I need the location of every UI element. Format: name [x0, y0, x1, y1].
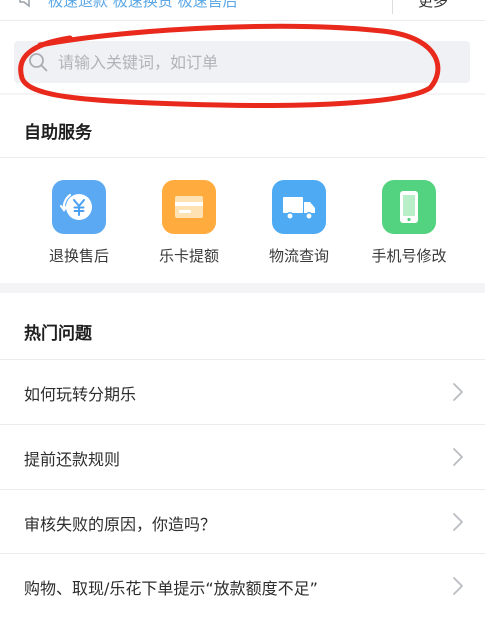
card-icon — [162, 180, 216, 234]
chevron-right-icon — [453, 448, 463, 466]
service-item-refund[interactable]: 退换售后 — [24, 180, 134, 270]
chevron-right-icon — [453, 577, 463, 595]
notice-text: 极速退款 极速换货 极速售后 — [48, 0, 238, 10]
service-label: 手机号修改 — [371, 247, 447, 265]
service-label: 退换售后 — [48, 247, 109, 265]
help-center-page: 极速退款 极速换货 极速售后 更多 自助服务 — [0, 0, 485, 620]
service-label: 物流查询 — [268, 247, 329, 265]
hot-questions-section: 热门问题 如何玩转分期乐 提前还款规则 审核失败的原因，你造吗？ 购物、取现/乐… — [0, 293, 485, 620]
question-label: 审核失败的原因，你造吗？ — [24, 515, 217, 534]
search-input[interactable] — [58, 41, 458, 83]
question-label: 如何玩转分期乐 — [24, 385, 137, 404]
section-title-self-service: 自助服务 — [24, 123, 92, 143]
service-item-card-limit[interactable]: 乐卡提额 — [134, 180, 244, 270]
question-label: 购物、取现/乐花下单提示“放款额度不足” — [24, 579, 318, 598]
divider — [392, 0, 393, 14]
section-title-hot-questions: 热门问题 — [24, 324, 92, 344]
mobile-phone-icon — [382, 180, 436, 234]
question-label: 提前还款规则 — [24, 450, 121, 469]
divider — [0, 157, 485, 158]
speaker-icon — [19, 0, 30, 8]
service-label: 乐卡提额 — [158, 247, 219, 265]
question-row[interactable]: 提前还款规则 — [0, 424, 485, 489]
search-box[interactable] — [14, 41, 470, 83]
chevron-right-icon — [453, 513, 463, 531]
refund-yuan-icon — [52, 180, 106, 234]
service-item-change-phone[interactable]: 手机号修改 — [354, 180, 464, 270]
chevron-right-icon — [453, 383, 463, 401]
service-item-logistics[interactable]: 物流查询 — [244, 180, 354, 270]
top-notice-bar[interactable]: 极速退款 极速换货 极速售后 更多 — [0, 0, 485, 21]
question-row[interactable]: 购物、取现/乐花下单提示“放款额度不足” — [0, 553, 485, 618]
delivery-truck-icon — [272, 180, 326, 234]
more-link[interactable]: 更多 — [418, 0, 448, 11]
question-row[interactable]: 审核失败的原因，你造吗？ — [0, 489, 485, 554]
self-service-section: 自助服务 退换售后 乐卡提额 物流查询 手机号修改 — [0, 95, 485, 283]
question-row[interactable]: 如何玩转分期乐 — [0, 359, 485, 424]
search-icon — [29, 53, 48, 72]
search-section — [0, 21, 485, 93]
